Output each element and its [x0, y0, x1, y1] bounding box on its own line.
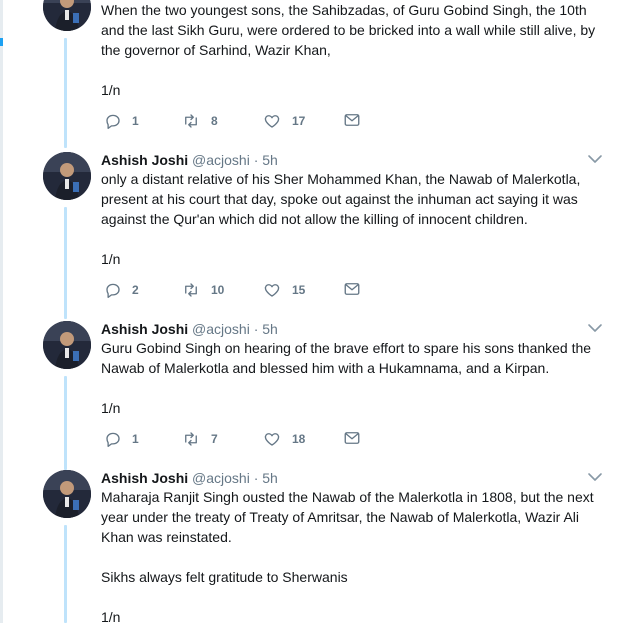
tweet-actions: 2 10 15	[101, 280, 401, 300]
tweet-header: Ashish Joshi @acjoshi · 5h	[101, 469, 278, 487]
chevron-down-icon	[588, 155, 602, 163]
thread-line	[64, 38, 67, 148]
envelope-icon	[344, 432, 360, 444]
reply-icon	[106, 283, 120, 298]
avatar[interactable]	[43, 470, 91, 518]
more-options-button[interactable]	[587, 469, 603, 485]
retweet-button[interactable]: 10	[181, 280, 224, 300]
tweet-text: only a distant relative of his Sher Moha…	[101, 171, 581, 267]
envelope-icon	[344, 114, 360, 126]
retweet-icon	[185, 432, 197, 446]
tweet[interactable]: Ashish Joshi @acjoshi · 5h Guru Gobind S…	[0, 320, 643, 470]
reply-button[interactable]: 1	[104, 429, 139, 449]
reply-count: 1	[132, 114, 139, 128]
display-name[interactable]: Ashish Joshi	[101, 321, 188, 337]
reply-button[interactable]: 1	[104, 111, 139, 131]
heart-icon	[264, 433, 280, 446]
like-count: 17	[292, 114, 306, 128]
timestamp[interactable]: · 5h	[254, 152, 278, 168]
retweet-count: 8	[211, 114, 218, 128]
avatar[interactable]	[43, 152, 91, 200]
reply-button[interactable]: 2	[104, 280, 139, 300]
heart-icon	[264, 115, 280, 128]
retweet-button[interactable]: 7	[181, 429, 218, 449]
retweet-icon	[185, 283, 197, 297]
chevron-down-icon	[588, 473, 602, 481]
display-name[interactable]: Ashish Joshi	[101, 152, 188, 168]
retweet-icon	[185, 114, 197, 128]
reply-icon	[106, 114, 120, 129]
avatar[interactable]	[43, 0, 91, 31]
display-name[interactable]: Ashish Joshi	[101, 470, 188, 486]
reply-count: 2	[132, 283, 139, 297]
tweet-text: Guru Gobind Singh on hearing of the brav…	[101, 340, 592, 416]
avatar[interactable]	[43, 321, 91, 369]
tweet[interactable]: Ashish Joshi @acjoshi · 5h only a distan…	[0, 151, 643, 319]
dm-button[interactable]	[343, 280, 361, 303]
like-button[interactable]: 17	[262, 111, 305, 131]
user-handle[interactable]: @acjoshi	[192, 152, 250, 168]
retweet-button[interactable]: 8	[181, 111, 218, 131]
tweet-actions: 1 8 17	[101, 111, 401, 131]
retweet-count: 7	[211, 432, 218, 446]
timestamp[interactable]: · 5h	[254, 321, 278, 337]
user-handle[interactable]: @acjoshi	[192, 321, 250, 337]
reply-icon	[106, 432, 120, 447]
user-handle[interactable]: @acjoshi	[192, 470, 250, 486]
like-count: 18	[292, 432, 306, 446]
heart-icon	[264, 284, 280, 297]
tweet-header: Ashish Joshi @acjoshi · 5h	[101, 151, 278, 169]
more-options-button[interactable]	[587, 151, 603, 167]
like-button[interactable]: 15	[262, 280, 305, 300]
reply-count: 1	[132, 432, 139, 446]
retweet-count: 10	[211, 283, 225, 297]
envelope-icon	[344, 283, 360, 295]
dm-button[interactable]	[343, 111, 361, 134]
dm-button[interactable]	[343, 429, 361, 452]
thread-line	[64, 525, 67, 623]
tweet-text: Maharaja Ranjit Singh ousted the Nawab o…	[101, 489, 594, 625]
tweet[interactable]: When the two youngest sons, the Sahibzad…	[0, 0, 643, 150]
more-options-button[interactable]	[587, 320, 603, 336]
thread-line	[64, 207, 67, 319]
like-button[interactable]: 18	[262, 429, 305, 449]
tweet-actions: 1 7 18	[101, 429, 401, 449]
tweet-text: When the two youngest sons, the Sahibzad…	[101, 2, 596, 98]
chevron-down-icon	[588, 324, 602, 332]
thread-line	[64, 376, 67, 470]
tweet[interactable]: Ashish Joshi @acjoshi · 5h Maharaja Ranj…	[0, 469, 643, 625]
timestamp[interactable]: · 5h	[254, 470, 278, 486]
tweet-header: Ashish Joshi @acjoshi · 5h	[101, 320, 278, 338]
like-count: 15	[292, 283, 306, 297]
